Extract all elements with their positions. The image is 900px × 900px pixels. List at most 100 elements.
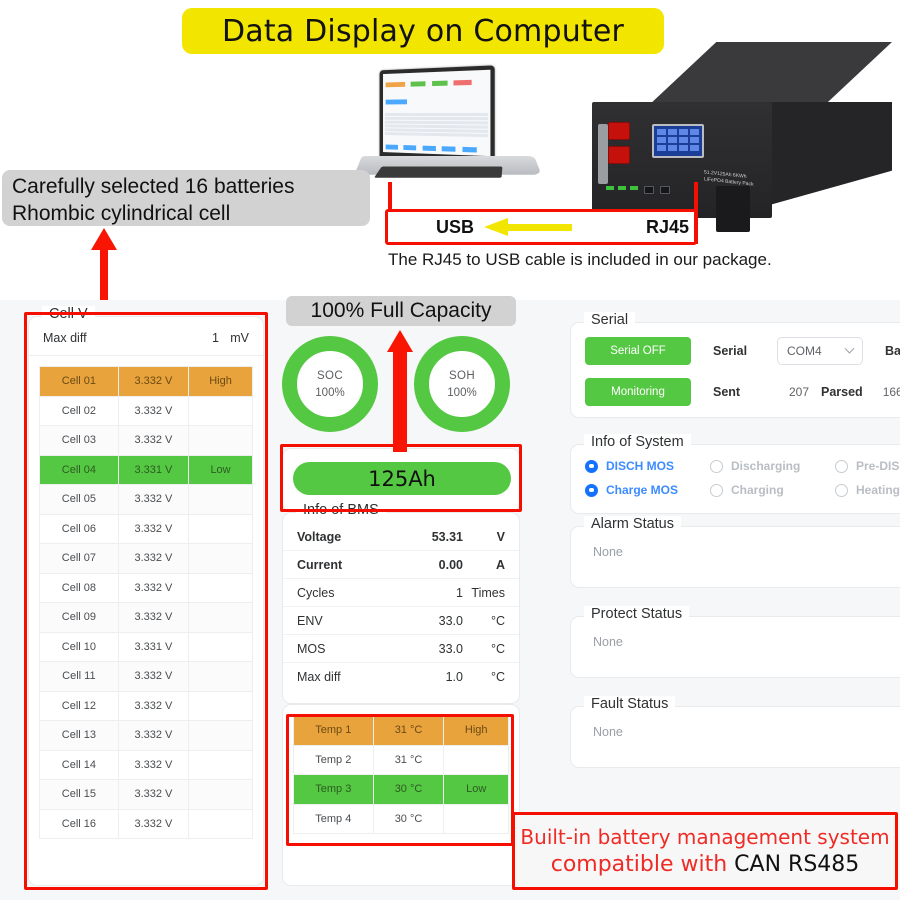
radio-icon[interactable] [585, 483, 598, 497]
gauge-soh-label: SOH [448, 369, 476, 382]
serial-port-label: Serial [713, 344, 748, 358]
bms-value: 1.0 [445, 670, 463, 684]
serial-legend: Serial [584, 312, 636, 328]
battery-led-indicators [606, 186, 638, 190]
protect-status-legend: Protect Status [584, 606, 690, 622]
cta-line-2-black: CAN RS485 [734, 852, 860, 877]
gauge-soc: SOC 100% [282, 336, 378, 432]
laptop-keyboard [374, 166, 503, 178]
battery-lcd-display [652, 124, 704, 158]
bms-value: 1 [456, 585, 463, 600]
cta-line-2: compatible with CAN RS485 [551, 852, 860, 877]
system-flag-label: Heating [856, 483, 900, 497]
battery-handle-left [598, 124, 608, 184]
serial-row-1: Serial OFF Serial COM4 Baud r [571, 329, 900, 373]
parsed-value: 166 [882, 385, 900, 399]
radio-icon[interactable] [585, 459, 598, 473]
battery-usb-port [660, 186, 670, 194]
serial-off-button[interactable]: Serial OFF [585, 337, 691, 365]
bms-row: Max diff 1.0 °C [283, 663, 519, 691]
protect-status-card: Protect Status None [570, 606, 900, 678]
system-flag-disch-mos[interactable]: DISCH MOS [585, 459, 710, 473]
parsed-label: Parsed [821, 385, 863, 399]
system-info-rows: DISCH MOS Discharging Pre-DISCH Charge MOSC… [571, 445, 900, 502]
battery-rj45-port [644, 186, 654, 194]
battery-rear-connector [716, 186, 750, 232]
laptop-screen [383, 69, 491, 157]
system-flag-label: DISCH MOS [606, 459, 675, 473]
battery-pack-illustration: 51.2V125Ah 6KWh LiFePO4 Battery Pack [592, 42, 892, 232]
bms-key: Current [297, 557, 343, 572]
system-flag-heating[interactable]: Heating [835, 483, 900, 497]
system-flag-charging[interactable]: Charging [710, 483, 835, 497]
gauge-soh-value: 100% [447, 386, 477, 399]
usb-label: USB [436, 216, 475, 237]
full-capacity-text: 100% Full Capacity [310, 299, 492, 322]
gauge-soh: SOH 100% [414, 336, 510, 432]
bms-row: Cycles 1 Times [283, 579, 519, 607]
bms-unit: V [496, 529, 505, 544]
highlight-box-cells [24, 312, 268, 890]
serial-port-select[interactable]: COM4 [777, 337, 863, 365]
sent-label: Sent [713, 385, 741, 399]
battery-top-face [648, 42, 892, 106]
bms-value: 33.0 [438, 613, 463, 628]
cta-banner: Built-in battery management system compa… [512, 812, 898, 890]
system-flag-discharging[interactable]: Discharging [710, 459, 835, 473]
highlight-box-capacity [280, 444, 522, 512]
alarm-status-card: Alarm Status None [570, 516, 900, 588]
battery-side-face [766, 102, 892, 206]
system-info-line: DISCH MOS Discharging Pre-DISCH [571, 454, 900, 478]
monitoring-button[interactable]: Monitoring [585, 378, 691, 406]
bms-key: Voltage [297, 529, 342, 544]
bms-key: MOS [297, 641, 326, 656]
bms-unit: Times [471, 585, 505, 600]
bms-value: 33.0 [438, 641, 463, 656]
full-capacity-banner: 100% Full Capacity [286, 296, 516, 326]
highlight-box-temps [286, 714, 514, 846]
system-flag-pre-disch[interactable]: Pre-DISCH [835, 459, 900, 473]
callout-line-2: Rhombic cylindrical cell [12, 202, 231, 225]
rj45-label: RJ45 [646, 216, 690, 237]
pointer-arrow-head-capacity [387, 330, 413, 352]
fault-status-legend: Fault Status [584, 696, 676, 712]
battery-terminal-negative [608, 146, 630, 164]
battery-spec-label: 51.2V125Ah 6KWh LiFePO4 Battery Pack [704, 169, 754, 188]
battery-terminal-positive [608, 122, 630, 140]
sent-value: 207 [788, 385, 810, 399]
serial-card: Serial Serial OFF Serial COM4 Baud r Mon… [570, 312, 900, 418]
pointer-arrow-head-cells [91, 228, 117, 250]
bms-row: MOS 33.0 °C [283, 635, 519, 663]
bms-key: Cycles [297, 585, 335, 600]
radio-icon[interactable] [710, 459, 723, 473]
gauge-soc-value: 100% [315, 386, 345, 399]
bms-unit: °C [490, 670, 505, 684]
bms-info-card: Info of BMS Voltage 53.31 V Current 0.00 A Cyc… [282, 502, 520, 704]
system-flag-label: Discharging [731, 459, 801, 473]
system-flag-label: Pre-DISCH [856, 459, 900, 473]
battery-front-panel: 51.2V125Ah 6KWh LiFePO4 Battery Pack [592, 102, 772, 232]
direction-arrow-icon [484, 218, 573, 236]
serial-port-value: COM4 [787, 344, 822, 358]
system-info-legend: Info of System [584, 434, 691, 450]
system-info-card: Info of System DISCH MOS Discharging Pre-D… [570, 434, 900, 514]
baud-rate-label: Baud r [885, 344, 900, 358]
radio-icon[interactable] [710, 483, 723, 497]
bms-key: Max diff [297, 670, 341, 684]
laptop-illustration [354, 65, 542, 198]
screenshot-root: Data Display on Computer 51.2V125Ah 6KWh… [0, 0, 900, 900]
pointer-arrow-stem-capacity [393, 352, 407, 452]
cta-line-1: Built-in battery management system [520, 825, 890, 849]
system-flag-charge-mos[interactable]: Charge MOS [585, 483, 710, 497]
serial-row-2: Monitoring Sent 207 Parsed 166 [571, 373, 900, 411]
bms-info-rows: Voltage 53.31 V Current 0.00 A Cycles 1 Times ENV… [283, 513, 519, 691]
battery-selection-callout: Carefully selected 16 batteries Rhombic … [2, 170, 370, 226]
gauge-soc-label: SOC [316, 369, 344, 382]
radio-icon[interactable] [835, 459, 848, 473]
system-info-line: Charge MOS Charging Heating [571, 478, 900, 502]
laptop-lid [379, 65, 495, 163]
radio-icon[interactable] [835, 483, 848, 497]
fault-status-card: Fault Status None [570, 696, 900, 768]
chevron-down-icon [844, 343, 855, 354]
bms-row: Current 0.00 A [283, 551, 519, 579]
